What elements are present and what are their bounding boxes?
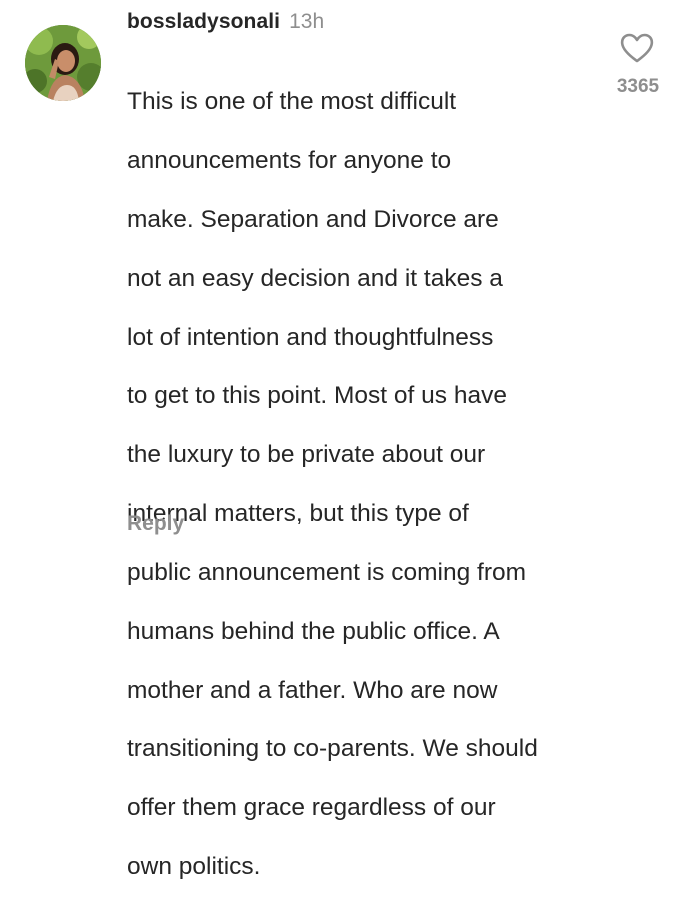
comment-header: bossladysonali 13h [127, 10, 324, 42]
timestamp[interactable]: 13h [289, 10, 324, 34]
username[interactable]: bossladysonali [127, 10, 280, 34]
comment-text-line: transitioning to co-parents. We should [127, 735, 538, 763]
comment: bossladysonali 13h This is one of the mo… [0, 0, 700, 880]
reply-button[interactable]: Reply [127, 512, 184, 536]
like-count: 3365 [616, 76, 660, 97]
comment-text-line: own politics. [127, 852, 261, 880]
avatar[interactable] [25, 25, 101, 101]
comment-text-line: This is one of the most difficult [127, 88, 457, 116]
heart-outline-icon[interactable] [620, 33, 654, 63]
comment-text-line: offer them grace regardless of our [127, 794, 496, 822]
comment-text-line: announcements for anyone to [127, 147, 452, 175]
comment-text-line: mother and a father. Who are now [127, 676, 498, 704]
comment-text-line: internal matters, but this type of [127, 500, 469, 528]
comment-text-line: not an easy decision and it takes a [127, 264, 503, 292]
avatar-image [25, 25, 101, 101]
comment-text-line: to get to this point. Most of us have [127, 382, 507, 410]
comment-text-line: lot of intention and thoughtfulness [127, 323, 494, 351]
comment-text-line: make. Separation and Divorce are [127, 206, 499, 234]
comment-text-line: public announcement is coming from [127, 558, 527, 586]
comment-text: This is one of the most difficult announ… [127, 58, 597, 911]
comment-text-line: the luxury to be private about our [127, 441, 486, 469]
comment-text-line: humans behind the public office. A [127, 617, 500, 645]
